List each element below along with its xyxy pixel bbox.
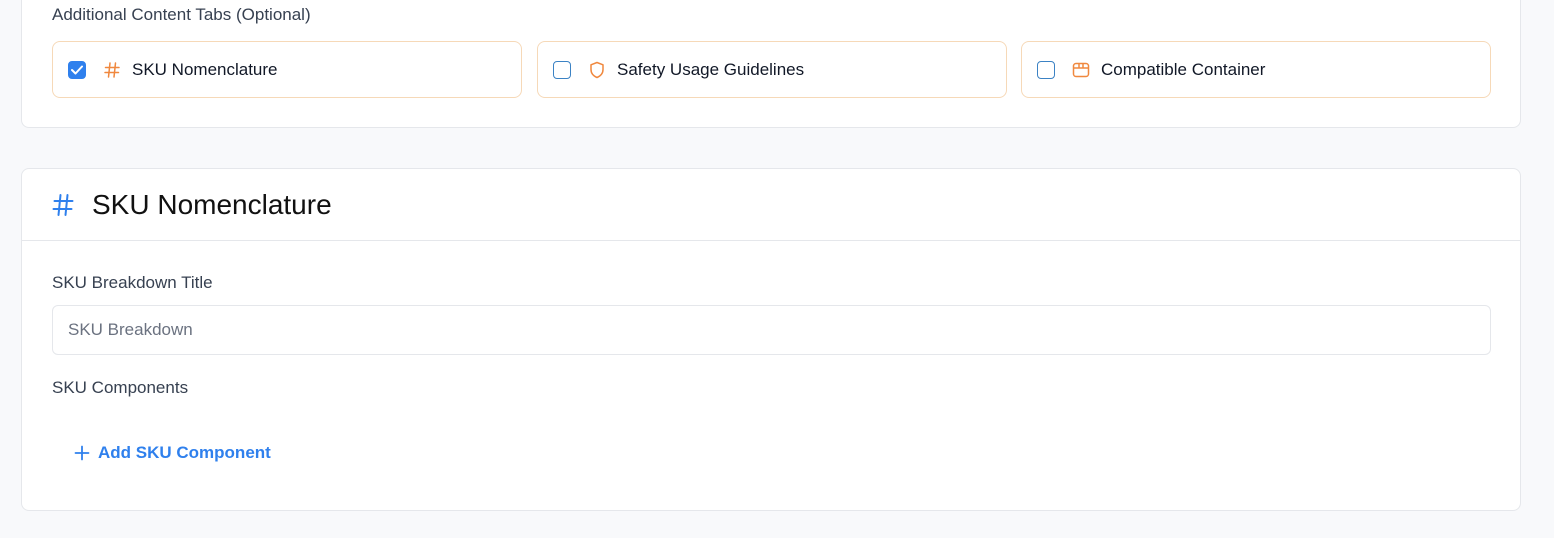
plus-icon xyxy=(74,445,90,461)
checkbox-checked[interactable] xyxy=(68,60,86,79)
tab-option-label: Safety Usage Guidelines xyxy=(617,59,805,79)
tab-option-compatible-container[interactable]: Compatible Container xyxy=(1021,41,1491,98)
box-icon xyxy=(1072,61,1090,79)
sku-components-label: SKU Components xyxy=(52,378,189,397)
section-header: SKU Nomenclature xyxy=(22,169,1520,241)
checkbox[interactable] xyxy=(553,60,571,79)
checkbox[interactable] xyxy=(1037,60,1055,79)
breakdown-title-label: SKU Breakdown Title xyxy=(52,273,213,292)
tab-option-safety-usage-guidelines[interactable]: Safety Usage Guidelines xyxy=(537,41,1007,98)
add-sku-component-label: Add SKU Component xyxy=(98,443,271,462)
breakdown-title-input[interactable] xyxy=(52,305,1491,355)
hash-icon xyxy=(52,193,78,217)
section-title: SKU Nomenclature xyxy=(92,188,332,220)
check-icon xyxy=(71,65,83,74)
content-tabs-card: Additional Content Tabs (Optional) SKU N… xyxy=(21,0,1521,128)
content-tabs-label: Additional Content Tabs (Optional) xyxy=(52,5,311,24)
sku-nomenclature-card: SKU Nomenclature SKU Breakdown Title SKU… xyxy=(21,168,1521,511)
tab-option-sku-nomenclature[interactable]: SKU Nomenclature xyxy=(52,41,522,98)
tab-option-label: Compatible Container xyxy=(1101,59,1266,79)
tab-option-label: SKU Nomenclature xyxy=(132,59,278,79)
shield-icon xyxy=(588,61,606,79)
hash-icon xyxy=(103,61,121,79)
add-sku-component-button[interactable]: Add SKU Component xyxy=(74,443,271,463)
